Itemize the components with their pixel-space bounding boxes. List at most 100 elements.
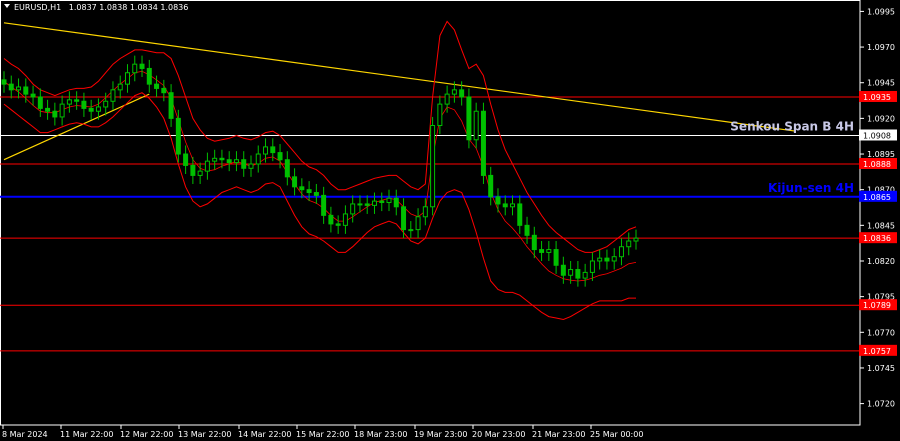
candle-body-63 bbox=[459, 89, 465, 98]
candle-body-45 bbox=[328, 214, 334, 225]
x-tick-label-10: 25 Mar 00:00 bbox=[590, 430, 643, 439]
candle-body-66 bbox=[480, 110, 486, 176]
candle-body-69 bbox=[502, 203, 508, 208]
y-tick-label-10: 1.0745 bbox=[867, 364, 895, 373]
candle-body-21 bbox=[154, 83, 160, 89]
candle-body-11 bbox=[81, 100, 87, 109]
candle-body-33 bbox=[241, 159, 247, 169]
candle-body-79 bbox=[575, 269, 581, 279]
candle-body-51 bbox=[371, 200, 377, 206]
ohlc-readout: 1.0837 1.0838 1.0834 1.0836 bbox=[69, 3, 189, 12]
candle-body-84 bbox=[611, 256, 617, 262]
candle-body-34 bbox=[248, 163, 254, 169]
x-tick-label-3: 13 Mar 22:00 bbox=[178, 430, 231, 439]
caret-down-icon[interactable] bbox=[4, 4, 10, 8]
candle-body-68 bbox=[495, 196, 501, 205]
candle-body-42 bbox=[306, 189, 312, 194]
y-tick-label-2: 1.0945 bbox=[867, 79, 895, 88]
candle-body-2 bbox=[16, 86, 22, 91]
annotation-1: Kijun-sen 4H bbox=[768, 181, 854, 195]
candle-body-15 bbox=[110, 89, 116, 102]
price-candles bbox=[1, 55, 639, 287]
trend-line-0 bbox=[3, 22, 796, 132]
candle-body-14 bbox=[103, 100, 109, 108]
candle-body-47 bbox=[342, 213, 348, 226]
y-tick-label-9: 1.0770 bbox=[867, 328, 895, 337]
candle-body-31 bbox=[226, 159, 232, 164]
x-tick-label-7: 19 Mar 23:00 bbox=[414, 430, 467, 439]
x-tick-label-5: 15 Mar 22:00 bbox=[296, 430, 349, 439]
y-tick-label-6: 1.0845 bbox=[867, 221, 895, 230]
candle-body-83 bbox=[604, 257, 610, 262]
candle-body-43 bbox=[313, 192, 319, 196]
time-axis: 8 Mar 2024 11 Mar 22:00 12 Mar 22:00 13 Mar… bbox=[2, 425, 643, 439]
candle-body-8 bbox=[59, 103, 65, 118]
candle-body-78 bbox=[568, 269, 574, 276]
plot-border bbox=[0, 0, 861, 426]
candle-body-7 bbox=[52, 110, 58, 118]
y-tick-label-7: 1.0820 bbox=[867, 257, 895, 266]
candle-body-60 bbox=[437, 103, 443, 127]
candle-body-53 bbox=[386, 197, 392, 204]
candle-body-59 bbox=[430, 125, 436, 208]
candle-body-52 bbox=[379, 200, 385, 204]
candle-body-22 bbox=[161, 87, 167, 94]
candle-body-35 bbox=[255, 153, 261, 165]
candle-body-56 bbox=[408, 229, 414, 232]
candle-body-75 bbox=[546, 249, 552, 253]
candle-body-80 bbox=[582, 271, 588, 279]
candle-body-58 bbox=[422, 206, 428, 218]
candle-body-74 bbox=[539, 249, 545, 253]
chart-frame bbox=[0, 0, 861, 426]
y-tick-label-4: 1.0895 bbox=[867, 150, 895, 159]
chart-window: 1.0995 1.0970 1.0945 1.0920 1.0895 1.0870 1.08… bbox=[0, 0, 900, 441]
candle-body-6 bbox=[45, 107, 51, 112]
candle-body-13 bbox=[95, 106, 101, 112]
x-tick-label-1: 11 Mar 22:00 bbox=[60, 430, 113, 439]
candle-body-32 bbox=[233, 159, 239, 164]
level-badge-text-4: 1.0836 bbox=[863, 234, 891, 243]
candle-body-24 bbox=[175, 117, 181, 155]
symbol-label: EURUSD,H1 bbox=[14, 3, 61, 12]
annotation-0: Senkou Span B 4H bbox=[730, 119, 854, 133]
candle-body-82 bbox=[597, 257, 603, 262]
candle-body-1 bbox=[8, 83, 14, 91]
candle-body-61 bbox=[444, 93, 450, 105]
candle-body-46 bbox=[335, 223, 341, 226]
candle-body-4 bbox=[30, 93, 36, 98]
candle-body-25 bbox=[183, 153, 189, 166]
candle-body-39 bbox=[284, 159, 290, 178]
candle-body-62 bbox=[451, 89, 457, 95]
candle-body-23 bbox=[168, 92, 174, 119]
candle-body-70 bbox=[510, 203, 516, 208]
candle-body-20 bbox=[146, 67, 152, 85]
level-badge-text-6: 1.0757 bbox=[863, 347, 891, 356]
ichimoku-upper-line bbox=[3, 20, 637, 253]
y-tick-label-1: 1.0970 bbox=[867, 43, 895, 52]
trend-lines bbox=[3, 22, 796, 161]
candle-body-26 bbox=[190, 164, 196, 176]
candle-body-85 bbox=[618, 246, 624, 258]
y-tick-label-3: 1.0920 bbox=[867, 114, 895, 123]
x-tick-label-4: 14 Mar 22:00 bbox=[238, 430, 291, 439]
level-badge-text-3: 1.0865 bbox=[863, 193, 891, 202]
candle-body-73 bbox=[531, 234, 537, 251]
price-chart[interactable]: 1.09951.09701.09451.09201.08951.08701.08… bbox=[0, 0, 900, 441]
candle-body-64 bbox=[466, 96, 472, 141]
candle-body-29 bbox=[212, 157, 218, 162]
candle-body-86 bbox=[626, 240, 632, 248]
candle-body-19 bbox=[139, 63, 145, 69]
candle-body-27 bbox=[197, 170, 203, 176]
candle-body-3 bbox=[23, 86, 29, 95]
candle-body-41 bbox=[299, 186, 305, 191]
candle-body-72 bbox=[524, 224, 530, 236]
candle-body-76 bbox=[553, 249, 559, 266]
y-tick-label-0: 1.0995 bbox=[867, 7, 895, 16]
candle-body-77 bbox=[560, 264, 566, 276]
x-tick-label-6: 18 Mar 23:00 bbox=[354, 430, 407, 439]
candle-body-49 bbox=[357, 203, 363, 206]
candle-body-50 bbox=[364, 203, 370, 206]
candle-body-9 bbox=[66, 99, 72, 105]
candle-body-65 bbox=[473, 110, 479, 141]
chart-title: EURUSD,H1 1.0837 1.0838 1.0834 1.0836 bbox=[14, 3, 188, 12]
